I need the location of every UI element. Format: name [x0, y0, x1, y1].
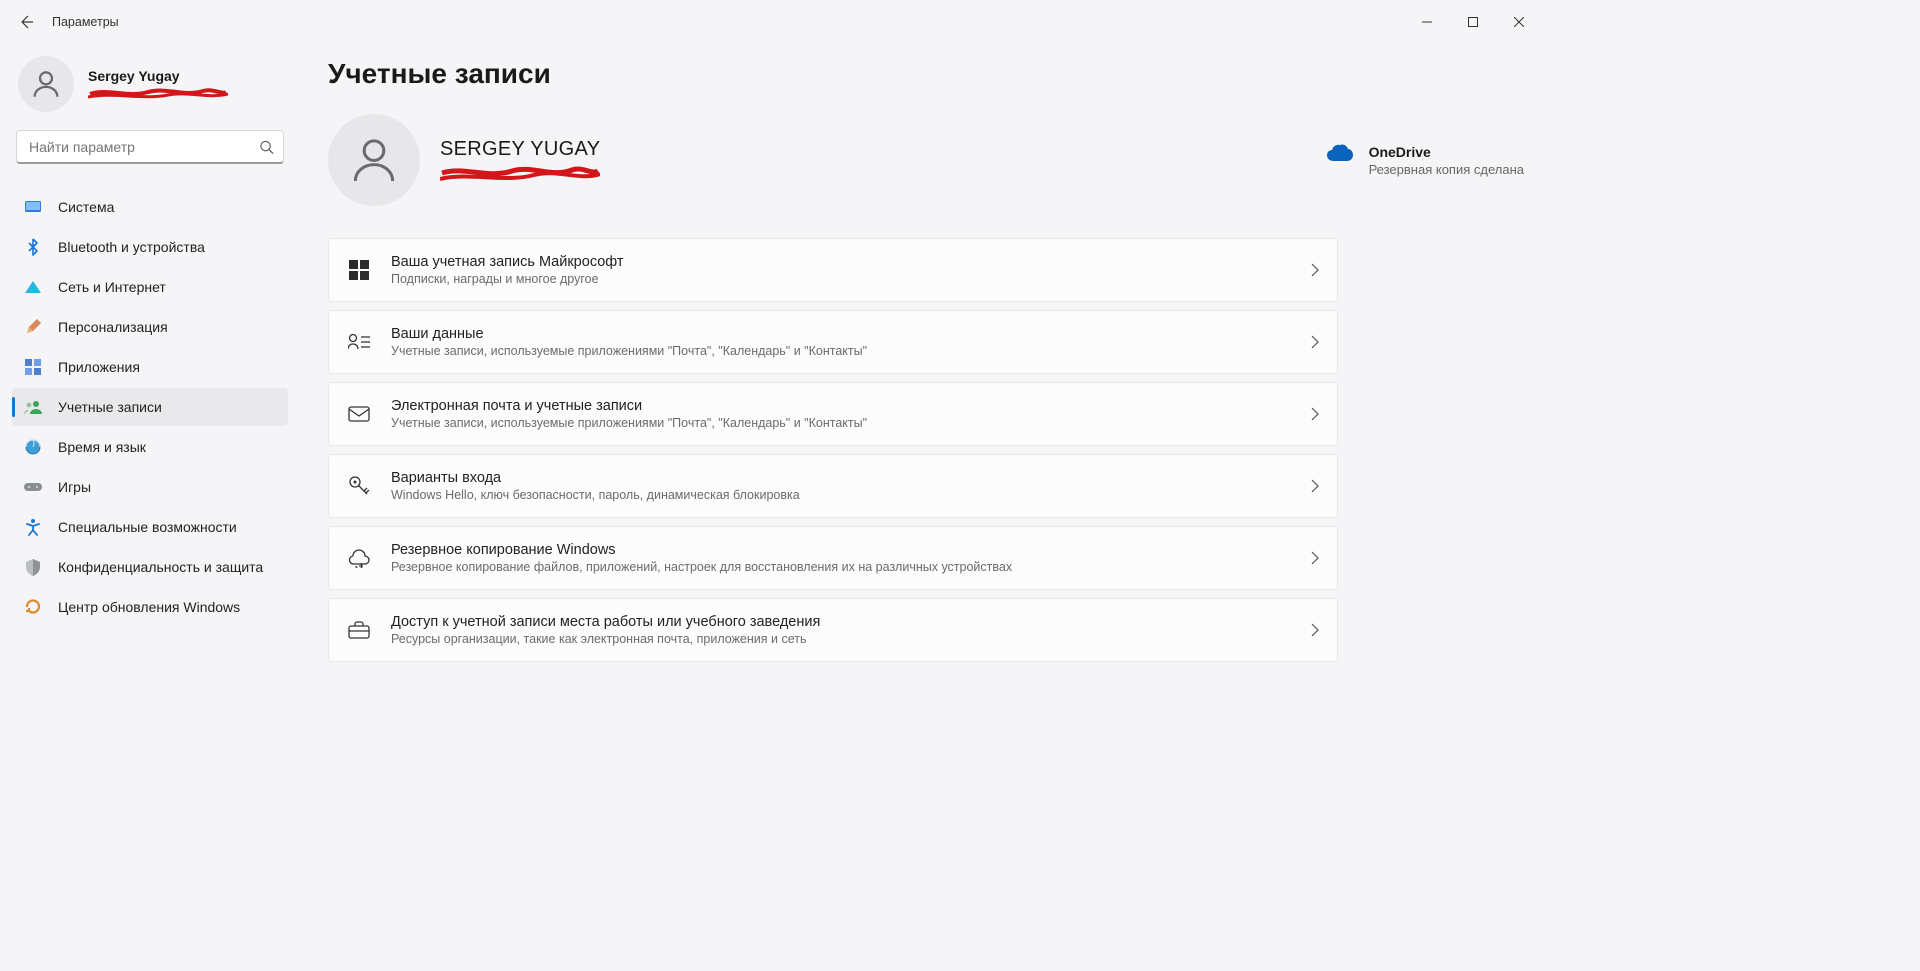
settings-window: Параметры Sergey Yugay: [0, 0, 1550, 790]
chevron-right-icon: [1311, 407, 1319, 421]
minimize-icon: [1422, 17, 1432, 27]
onedrive-icon: [1327, 144, 1353, 162]
key-icon: [347, 474, 371, 498]
onedrive-subtitle: Резервная копия сделана: [1369, 162, 1524, 177]
body: Sergey Yugay Система: [0, 44, 1550, 790]
card-subtitle: Windows Hello, ключ безопасности, пароль…: [391, 488, 1291, 502]
card-work-school[interactable]: Доступ к учетной записи места работы или…: [328, 598, 1338, 662]
sidebar-item-bluetooth[interactable]: Bluetooth и устройства: [12, 228, 288, 266]
sidebar-item-update[interactable]: Центр обновления Windows: [12, 588, 288, 626]
email-icon: [347, 402, 371, 426]
sidebar-item-accounts[interactable]: Учетные записи: [12, 388, 288, 426]
network-icon: [24, 278, 42, 296]
card-microsoft-account[interactable]: Ваша учетная запись Майкрософт Подписки,…: [328, 238, 1338, 302]
card-title: Ваша учетная запись Майкрософт: [391, 254, 1291, 270]
card-subtitle: Учетные записи, используемые приложениям…: [391, 344, 1291, 358]
profile-name: Sergey Yugay: [88, 68, 228, 84]
avatar: [18, 56, 74, 112]
sidebar-item-privacy[interactable]: Конфиденциальность и защита: [12, 548, 288, 586]
your-info-icon: [347, 330, 371, 354]
sidebar-item-time[interactable]: Время и язык: [12, 428, 288, 466]
update-icon: [24, 598, 42, 616]
profile-email-redacted: [88, 86, 228, 100]
card-title: Резервное копирование Windows: [391, 542, 1291, 558]
time-icon: [24, 438, 42, 456]
accounts-icon: [24, 398, 42, 416]
card-your-info[interactable]: Ваши данные Учетные записи, используемые…: [328, 310, 1338, 374]
sidebar-item-label: Bluetooth и устройства: [58, 239, 205, 255]
bluetooth-icon: [24, 238, 42, 256]
search-icon: [259, 140, 274, 155]
account-email-redacted: [440, 163, 600, 183]
sidebar-item-label: Конфиденциальность и защита: [58, 559, 263, 575]
sidebar-item-accessibility[interactable]: Специальные возможности: [12, 508, 288, 546]
close-icon: [1514, 17, 1524, 27]
chevron-right-icon: [1311, 479, 1319, 493]
onedrive-title: OneDrive: [1369, 144, 1524, 160]
close-button[interactable]: [1496, 6, 1542, 38]
sidebar-item-label: Приложения: [58, 359, 140, 375]
titlebar: Параметры: [0, 0, 1550, 44]
sidebar-item-label: Специальные возможности: [58, 519, 237, 535]
card-title: Электронная почта и учетные записи: [391, 398, 1291, 414]
chevron-right-icon: [1311, 335, 1319, 349]
sidebar-item-system[interactable]: Система: [12, 188, 288, 226]
card-subtitle: Учетные записи, используемые приложениям…: [391, 416, 1291, 430]
card-windows-backup[interactable]: Резервное копирование Windows Резервное …: [328, 526, 1338, 590]
card-title: Варианты входа: [391, 470, 1291, 486]
page-title: Учетные записи: [328, 58, 1534, 90]
sidebar-item-gaming[interactable]: Игры: [12, 468, 288, 506]
person-icon: [29, 67, 63, 101]
chevron-right-icon: [1311, 623, 1319, 637]
card-email-accounts[interactable]: Электронная почта и учетные записи Учетн…: [328, 382, 1338, 446]
sidebar-item-apps[interactable]: Приложения: [12, 348, 288, 386]
search-box: [16, 130, 284, 164]
accessibility-icon: [24, 518, 42, 536]
account-hero: SERGEY YUGAY OneDrive Резервная копия сд…: [328, 114, 1534, 206]
chevron-right-icon: [1311, 263, 1319, 277]
profile-block[interactable]: Sergey Yugay: [12, 48, 288, 126]
chevron-right-icon: [1311, 551, 1319, 565]
back-arrow-icon: [18, 14, 34, 30]
main-content: Учетные записи SERGEY YUGAY: [300, 44, 1550, 790]
sidebar-item-label: Сеть и Интернет: [58, 279, 166, 295]
card-subtitle: Ресурсы организации, такие как электронн…: [391, 632, 1291, 646]
account-display-name: SERGEY YUGAY: [440, 138, 600, 161]
card-signin-options[interactable]: Варианты входа Windows Hello, ключ безоп…: [328, 454, 1338, 518]
minimize-button[interactable]: [1404, 6, 1450, 38]
sidebar-item-network[interactable]: Сеть и Интернет: [12, 268, 288, 306]
card-title: Доступ к учетной записи места работы или…: [391, 614, 1291, 630]
privacy-icon: [24, 558, 42, 576]
maximize-icon: [1468, 17, 1478, 27]
sidebar-item-label: Игры: [58, 479, 91, 495]
sidebar-item-label: Учетные записи: [58, 399, 162, 415]
card-subtitle: Резервное копирование файлов, приложений…: [391, 560, 1291, 574]
sidebar-item-label: Время и язык: [58, 439, 146, 455]
maximize-button[interactable]: [1450, 6, 1496, 38]
system-icon: [24, 198, 42, 216]
sidebar-item-label: Система: [58, 199, 114, 215]
backup-icon: [347, 546, 371, 570]
back-button[interactable]: [8, 4, 44, 40]
sidebar-item-personalization[interactable]: Персонализация: [12, 308, 288, 346]
card-subtitle: Подписки, награды и многое другое: [391, 272, 1291, 286]
sidebar-item-label: Центр обновления Windows: [58, 599, 240, 615]
apps-icon: [24, 358, 42, 376]
window-title: Параметры: [52, 15, 119, 29]
onedrive-status[interactable]: OneDrive Резервная копия сделана: [1327, 144, 1534, 177]
microsoft-icon: [347, 258, 371, 282]
personalization-icon: [24, 318, 42, 336]
avatar-large: [328, 114, 420, 206]
briefcase-icon: [347, 618, 371, 642]
sidebar: Sergey Yugay Система: [0, 44, 300, 790]
person-icon: [346, 132, 402, 188]
card-title: Ваши данные: [391, 326, 1291, 342]
window-controls: [1404, 6, 1542, 38]
gaming-icon: [24, 478, 42, 496]
settings-cards: Ваша учетная запись Майкрософт Подписки,…: [328, 238, 1338, 662]
sidebar-item-label: Персонализация: [58, 319, 168, 335]
nav: Система Bluetooth и устройства Сеть и Ин…: [12, 188, 288, 626]
search-input[interactable]: [16, 130, 284, 164]
